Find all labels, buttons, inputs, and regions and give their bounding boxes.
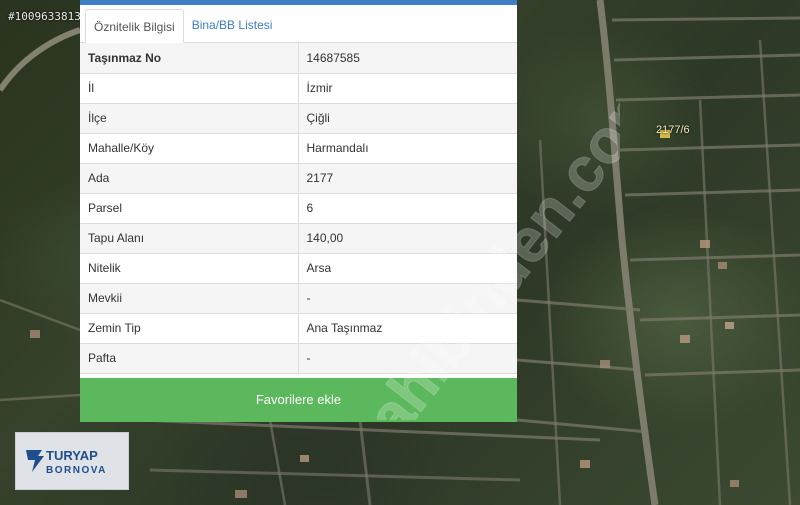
turyap-logo-icon: TURYAP BORNOVA bbox=[26, 448, 107, 476]
attribute-value: 14687585 bbox=[298, 43, 517, 74]
svg-text:BORNOVA: BORNOVA bbox=[46, 465, 107, 476]
attribute-value: 140,00 bbox=[298, 223, 517, 254]
attribute-key: Tapu Alanı bbox=[80, 223, 299, 254]
attribute-value: 2177 bbox=[298, 163, 517, 194]
agency-logo: TURYAP BORNOVA bbox=[15, 432, 129, 490]
attribute-key: İl bbox=[80, 73, 299, 104]
attribute-key: Mahalle/Köy bbox=[80, 133, 299, 164]
attribute-value: - bbox=[298, 343, 517, 374]
map-parcel-label: 2177/6 bbox=[656, 124, 690, 136]
table-row: İlçe Çiğli bbox=[80, 103, 517, 134]
attribute-key: Parsel bbox=[80, 193, 299, 224]
attribute-key: İlçe bbox=[80, 103, 299, 134]
attribute-value: Ana Taşınmaz bbox=[298, 313, 517, 344]
attribute-key: Taşınmaz No bbox=[80, 43, 299, 74]
panel-tabs: Öznitelik Bilgisi Bina/BB Listesi bbox=[80, 5, 517, 43]
table-row: Mahalle/Köy Harmandalı bbox=[80, 133, 517, 164]
table-row: Mevkii - bbox=[80, 283, 517, 314]
tab-building-list[interactable]: Bina/BB Listesi bbox=[184, 8, 281, 42]
attribute-value: Çiğli bbox=[298, 103, 517, 134]
attribute-value: - bbox=[298, 283, 517, 314]
table-row: İl İzmir bbox=[80, 73, 517, 104]
attribute-key: Pafta bbox=[80, 343, 299, 374]
attribute-value: İzmir bbox=[298, 73, 517, 104]
table-row: Pafta - bbox=[80, 343, 517, 374]
attribute-key: Zemin Tip bbox=[80, 313, 299, 344]
table-row: Zemin Tip Ana Taşınmaz bbox=[80, 313, 517, 344]
table-row: Parsel 6 bbox=[80, 193, 517, 224]
parcel-info-panel: Öznitelik Bilgisi Bina/BB Listesi Taşınm… bbox=[80, 0, 517, 422]
attribute-value: Arsa bbox=[298, 253, 517, 284]
attribute-table: Taşınmaz No 14687585 İl İzmir İlçe Çiğli Mahal… bbox=[80, 43, 517, 374]
add-to-favorites-button[interactable]: Favorilere ekle bbox=[80, 378, 517, 422]
attribute-key: Ada bbox=[80, 163, 299, 194]
table-row: Tapu Alanı 140,00 bbox=[80, 223, 517, 254]
svg-text:TURYAP: TURYAP bbox=[46, 448, 98, 463]
attribute-value: Harmandalı bbox=[298, 133, 517, 164]
attribute-value: 6 bbox=[298, 193, 517, 224]
listing-id-text: #1009633813 bbox=[8, 10, 81, 23]
attribute-key: Nitelik bbox=[80, 253, 299, 284]
tab-attribute-info[interactable]: Öznitelik Bilgisi bbox=[85, 9, 184, 43]
table-row: Taşınmaz No 14687585 bbox=[80, 43, 517, 74]
attribute-key: Mevkii bbox=[80, 283, 299, 314]
table-row: Ada 2177 bbox=[80, 163, 517, 194]
table-row: Nitelik Arsa bbox=[80, 253, 517, 284]
